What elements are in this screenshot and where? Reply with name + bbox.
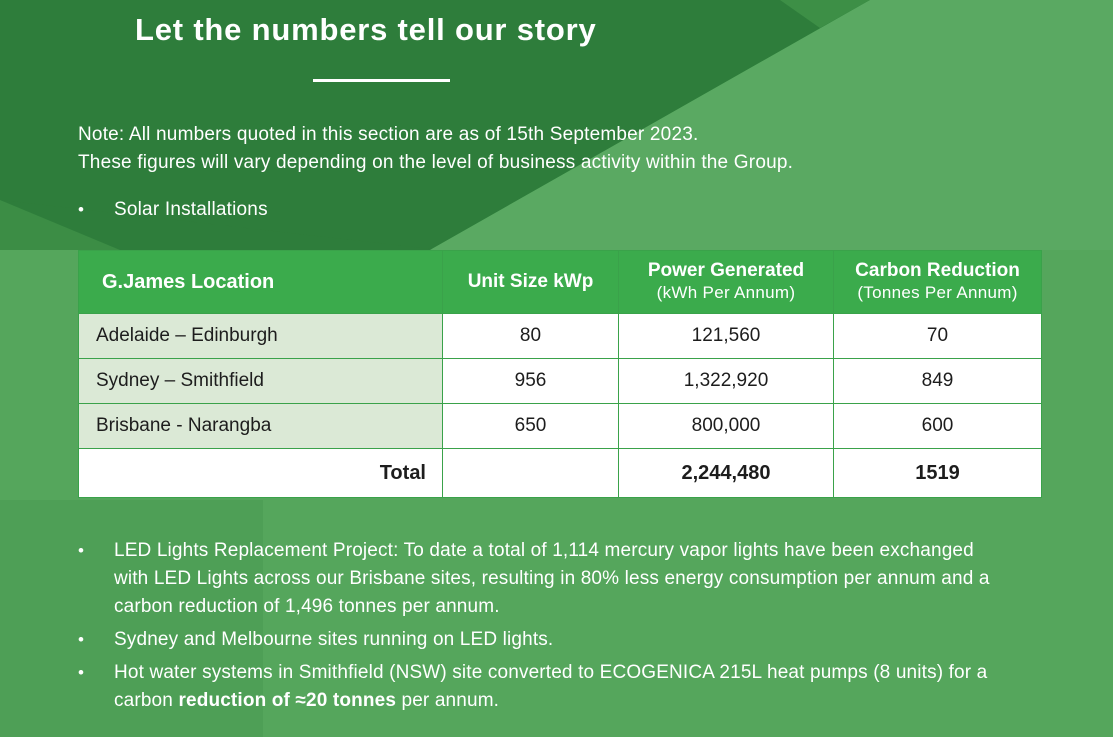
solar-bullet: • Solar Installations bbox=[78, 196, 268, 224]
table-row: Adelaide – Edinburgh 80 121,560 70 bbox=[78, 313, 1042, 359]
solar-table: G.James Location Unit Size kWp Power Gen… bbox=[78, 250, 1042, 498]
page-title: Let the numbers tell our story bbox=[135, 12, 597, 47]
list-item: • LED Lights Replacement Project: To dat… bbox=[78, 537, 1038, 621]
cell-power: 800,000 bbox=[618, 403, 834, 449]
hot-water-text-bold: reduction of ≈20 tonnes bbox=[178, 690, 397, 711]
header-location: G.James Location bbox=[78, 250, 443, 314]
bullet-marker: • bbox=[78, 200, 85, 219]
cell-location: Sydney – Smithfield bbox=[78, 358, 443, 404]
header-power-title: Power Generated bbox=[647, 260, 805, 281]
initiatives-list: • LED Lights Replacement Project: To dat… bbox=[78, 537, 1038, 720]
cell-location: Brisbane - Narangba bbox=[78, 403, 443, 449]
solar-bullet-text: Solar Installations bbox=[114, 199, 268, 220]
table-header-row: G.James Location Unit Size kWp Power Gen… bbox=[78, 250, 1042, 314]
title-underline bbox=[313, 79, 450, 82]
cell-unit-size: 650 bbox=[442, 403, 619, 449]
header-unit-size: Unit Size kWp bbox=[442, 250, 619, 314]
cell-location: Adelaide – Edinburgh bbox=[78, 313, 443, 359]
cell-unit-size: 80 bbox=[442, 313, 619, 359]
table-row: Sydney – Smithfield 956 1,322,920 849 bbox=[78, 358, 1042, 404]
cell-carbon: 70 bbox=[833, 313, 1042, 359]
total-label: Total bbox=[78, 448, 443, 498]
bullet-marker: • bbox=[78, 541, 85, 560]
list-item: • Sydney and Melbourne sites running on … bbox=[78, 626, 1038, 654]
header-carbon-reduction: Carbon Reduction (Tonnes Per Annum) bbox=[833, 250, 1042, 314]
cell-unit-size: 956 bbox=[442, 358, 619, 404]
note-block: Note: All numbers quoted in this section… bbox=[78, 121, 793, 177]
bullet-marker: • bbox=[78, 630, 85, 649]
total-carbon: 1519 bbox=[833, 448, 1042, 498]
total-power: 2,244,480 bbox=[618, 448, 834, 498]
cell-carbon: 849 bbox=[833, 358, 1042, 404]
hot-water-text: Hot water systems in Smithfield (NSW) si… bbox=[114, 659, 994, 715]
note-line-1: Note: All numbers quoted in this section… bbox=[78, 124, 699, 145]
table-row: Brisbane - Narangba 650 800,000 600 bbox=[78, 403, 1042, 449]
page: Let the numbers tell our story Note: All… bbox=[0, 0, 1113, 737]
led-project-text: LED Lights Replacement Project: To date … bbox=[114, 540, 990, 617]
total-unit-size bbox=[442, 448, 619, 498]
bullet-marker: • bbox=[78, 663, 85, 682]
header-carbon-title: Carbon Reduction bbox=[855, 260, 1020, 281]
hot-water-text-end: per annum. bbox=[396, 690, 500, 711]
sydney-melbourne-text: Sydney and Melbourne sites running on LE… bbox=[114, 629, 554, 650]
header-power-sub: (kWh Per Annum) bbox=[656, 283, 796, 302]
header-carbon-sub: (Tonnes Per Annum) bbox=[857, 283, 1018, 302]
cell-power: 1,322,920 bbox=[618, 358, 834, 404]
note-line-2: These figures will vary depending on the… bbox=[78, 152, 794, 173]
cell-carbon: 600 bbox=[833, 403, 1042, 449]
header-power-generated: Power Generated (kWh Per Annum) bbox=[618, 250, 834, 314]
cell-power: 121,560 bbox=[618, 313, 834, 359]
table-total-row: Total 2,244,480 1519 bbox=[78, 448, 1042, 498]
list-item: • Hot water systems in Smithfield (NSW) … bbox=[78, 659, 1038, 715]
